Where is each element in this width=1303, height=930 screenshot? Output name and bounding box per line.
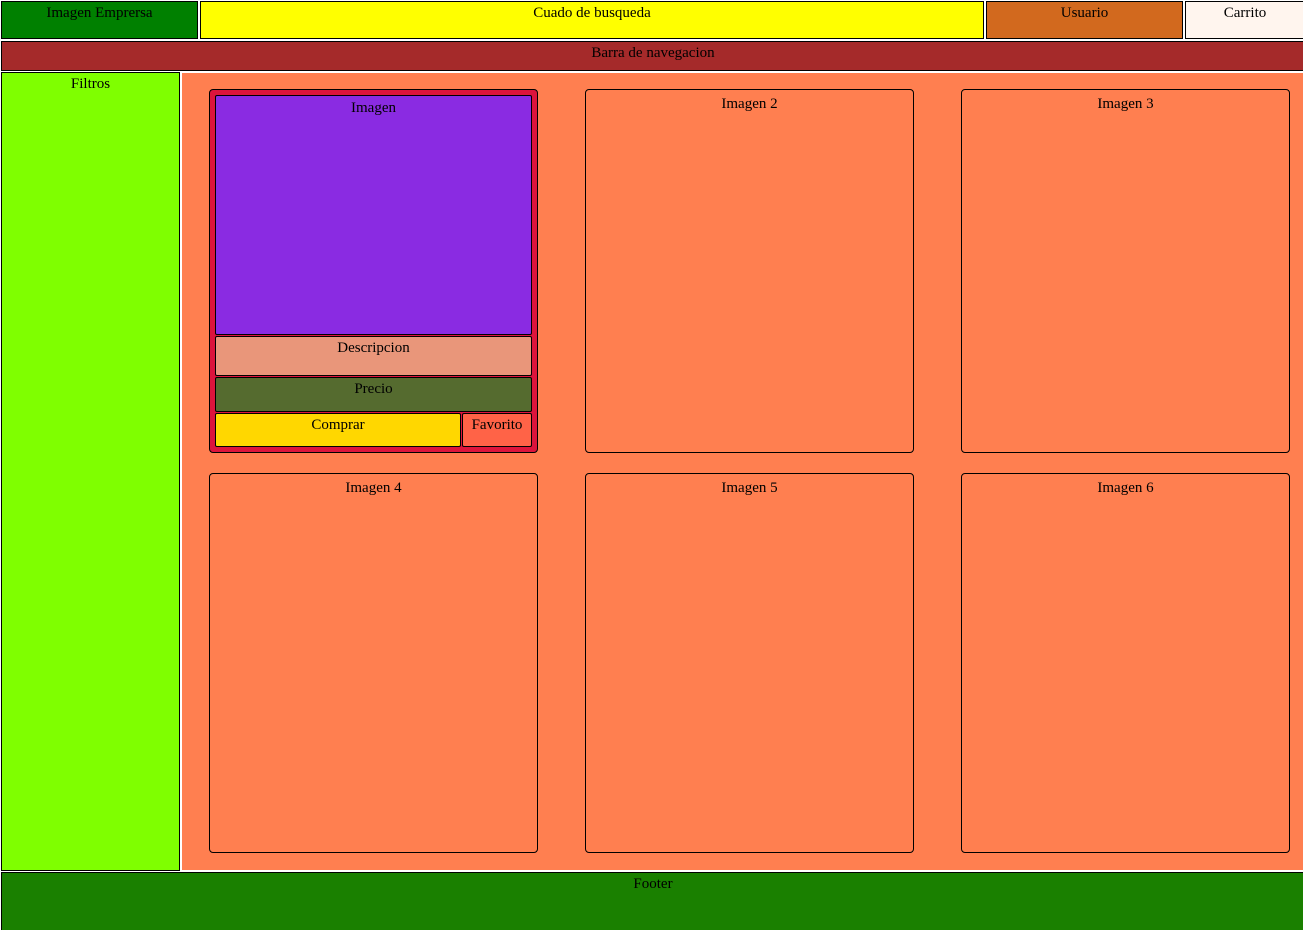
product-card-5[interactable]: Imagen 5 [585, 473, 914, 853]
product-card-3[interactable]: Imagen 3 [961, 89, 1290, 453]
product-card-label: Imagen 6 [1097, 480, 1154, 496]
product-grid: Imagen Descripcion Precio Comprar Favori… [181, 72, 1303, 871]
product-description-label: Descripcion [337, 340, 410, 356]
product-image-label: Imagen [351, 100, 396, 116]
search-box[interactable]: Cuado de busqueda [200, 1, 984, 39]
footer: Footer [1, 872, 1303, 930]
favorite-button-label: Favorito [471, 417, 523, 433]
filters-sidebar[interactable]: Filtros [1, 72, 180, 871]
search-box-label: Cuado de busqueda [533, 5, 651, 21]
product-card-4[interactable]: Imagen 4 [209, 473, 538, 853]
navigation-bar-label: Barra de navegacion [591, 45, 715, 61]
cart-button-label: Carrito [1223, 5, 1267, 21]
product-price-label: Precio [354, 381, 393, 397]
user-button-label: Usuario [1060, 5, 1109, 21]
product-card-label: Imagen 4 [345, 480, 402, 496]
product-description: Descripcion [215, 336, 532, 376]
company-logo[interactable]: Imagen Emprersa [1, 1, 198, 39]
buy-button[interactable]: Comprar [215, 413, 461, 447]
cart-button[interactable]: Carrito [1185, 1, 1303, 39]
product-card-label: Imagen 3 [1097, 96, 1154, 112]
product-card-label: Imagen 2 [721, 96, 778, 112]
user-button[interactable]: Usuario [986, 1, 1183, 39]
product-card-6[interactable]: Imagen 6 [961, 473, 1290, 853]
product-card-label: Imagen 5 [721, 480, 778, 496]
product-price: Precio [215, 377, 532, 412]
company-logo-label: Imagen Emprersa [46, 5, 153, 21]
footer-label: Footer [633, 876, 673, 892]
navigation-bar[interactable]: Barra de navegacion [1, 41, 1303, 71]
page: Imagen Emprersa Cuado de busqueda Usuari… [0, 0, 1303, 930]
product-image[interactable]: Imagen [215, 95, 532, 335]
favorite-button[interactable]: Favorito [462, 413, 532, 447]
buy-button-label: Comprar [311, 417, 365, 433]
product-card-featured[interactable]: Imagen Descripcion Precio Comprar Favori… [209, 89, 538, 453]
product-card-2[interactable]: Imagen 2 [585, 89, 914, 453]
filters-label: Filtros [70, 76, 111, 92]
